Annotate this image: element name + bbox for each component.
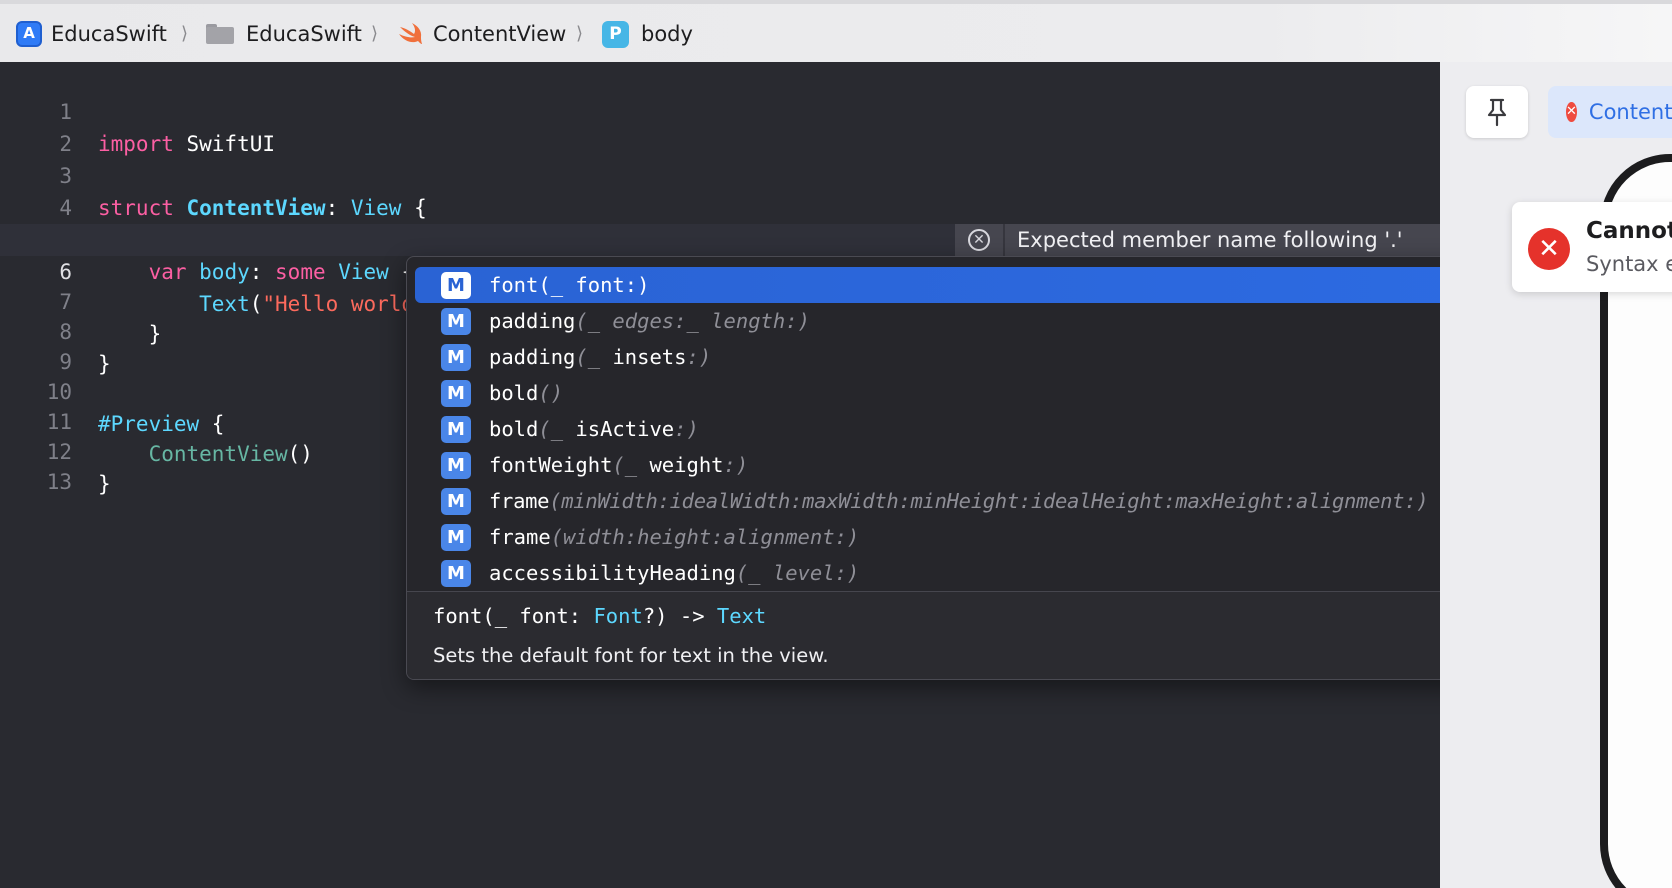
method-icon: M [441, 524, 471, 551]
completion-detail-signature: font(_ font: Font?) -> Text [433, 604, 766, 628]
sig-type: Text [716, 604, 767, 628]
completion-name: padding [489, 309, 576, 333]
method-icon: M [441, 272, 471, 299]
completion-name: font(_ font:) [489, 273, 650, 297]
code-line[interactable]: 3 struct ContentView: View { [0, 128, 1440, 220]
token-plain: } [98, 472, 111, 496]
sig-part: ?) -> [642, 604, 717, 628]
inline-error-banner[interactable]: ✕ Expected member name following '.' [955, 224, 1440, 256]
error-x-icon: ✕ [1528, 228, 1570, 270]
method-icon: M [441, 560, 471, 587]
breadcrumb: EducaSwift ⟩ EducaSwift ⟩ ContentView ⟩ … [0, 0, 1672, 62]
completion-item[interactable]: M bold() › [415, 375, 1593, 411]
method-icon: M [441, 344, 471, 371]
completion-param: weight [649, 453, 724, 477]
completion-signature: :) [674, 417, 699, 441]
completion-signature: (_ level:) [735, 561, 860, 585]
completion-item[interactable]: M fontWeight(_ weight:) › [415, 447, 1593, 483]
sig-type: Font [593, 604, 643, 628]
pin-icon [1487, 98, 1507, 127]
breadcrumb-label: ContentView [433, 22, 567, 46]
code-line[interactable]: 4 [0, 160, 1440, 220]
completion-signature: (_ [575, 345, 613, 369]
completion-detail-panel: font(_ font: Font?) -> Text Sets the def… [407, 591, 1601, 679]
completion-signature: :) [723, 453, 749, 477]
code-line[interactable]: 1 import SwiftUI [0, 64, 1440, 156]
completion-signature: :) [686, 345, 712, 369]
preview-error-title: Cannot preview [1586, 218, 1672, 244]
breadcrumb-label: body [641, 22, 693, 46]
method-icon: M [441, 308, 471, 335]
completion-item[interactable]: M accessibilityHeading(_ level:) › [415, 555, 1593, 591]
preview-error-subtitle: Syntax error [1586, 252, 1672, 276]
breadcrumb-separator: ⟩ [371, 23, 379, 44]
breadcrumb-separator: ⟩ [181, 23, 189, 44]
completion-name: bold [489, 417, 539, 441]
breadcrumb-item-symbol[interactable]: P body [602, 19, 693, 49]
sig-part: font(_ font: [433, 604, 594, 628]
app-project-icon [16, 21, 42, 47]
completion-signature: (width:height:alignment:) [550, 525, 860, 549]
completion-signature: (minWidth:idealWidth:maxWidth:minHeight:… [549, 489, 1429, 513]
pin-preview-button[interactable] [1466, 86, 1528, 138]
completion-detail-description: Sets the default font for text in the vi… [433, 644, 829, 667]
completion-name: frame [489, 489, 550, 513]
preview-error-card[interactable]: ✕ Cannot preview Syntax error [1512, 202, 1672, 292]
breadcrumb-label: EducaSwift [246, 22, 362, 46]
breadcrumb-separator: ⟩ [576, 23, 584, 44]
completion-signature: (_ [538, 417, 576, 441]
completion-list[interactable]: M font(_ font:) › M padding(_ edges:_ le… [407, 257, 1601, 591]
completion-item-selected[interactable]: M font(_ font:) › [415, 267, 1593, 303]
code-line[interactable]: 2 [0, 96, 1440, 156]
error-message: Expected member name following '.' [1017, 228, 1403, 252]
breadcrumb-label: EducaSwift [51, 22, 167, 46]
preview-canvas: ✕ ContentView ✕ Cannot preview Syntax er… [1440, 62, 1672, 888]
line-number: 13 [46, 470, 72, 494]
completion-name: fontWeight [489, 453, 613, 477]
code-completion-popup[interactable]: M font(_ font:) › M padding(_ edges:_ le… [406, 256, 1602, 680]
breadcrumb-item-file[interactable]: ContentView [397, 19, 566, 49]
swift-file-icon [399, 23, 422, 44]
method-icon: M [441, 452, 471, 479]
folder-icon [206, 24, 234, 44]
completion-name: accessibilityHeading [489, 561, 736, 585]
completion-signature: (_ [612, 453, 650, 477]
breadcrumb-item-project[interactable]: EducaSwift [16, 19, 167, 49]
completion-param: insets [612, 345, 687, 369]
code-line[interactable]: 5 var body: some View { [0, 192, 1440, 284]
method-icon: M [441, 416, 471, 443]
breadcrumb-item-group[interactable]: EducaSwift [206, 19, 362, 49]
completion-name: bold [489, 381, 539, 405]
completion-signature: (_ edges:_ length:) [575, 309, 810, 333]
preview-tab-contentview[interactable]: ✕ ContentView [1548, 86, 1672, 138]
preview-tab-label: ContentView [1588, 100, 1672, 124]
completion-name: padding [489, 345, 576, 369]
completion-item[interactable]: M bold(_ isActive:) › [415, 411, 1593, 447]
property-icon: P [602, 20, 629, 48]
completion-item[interactable]: M frame(minWidth:idealWidth:maxWidth:min… [415, 483, 1593, 519]
completion-item[interactable]: M padding(_ insets:) › [415, 339, 1593, 375]
completion-item[interactable]: M padding(_ edges:_ length:) › [415, 303, 1593, 339]
method-icon: M [441, 488, 471, 515]
completion-param: isActive [575, 417, 675, 441]
method-icon: M [441, 380, 471, 407]
error-x-icon: ✕ [1566, 102, 1577, 122]
completion-signature: () [538, 381, 564, 405]
completion-name: frame [489, 525, 551, 549]
completion-item[interactable]: M frame(width:height:alignment:) › [415, 519, 1593, 555]
error-circle-icon[interactable]: ✕ [968, 229, 990, 251]
